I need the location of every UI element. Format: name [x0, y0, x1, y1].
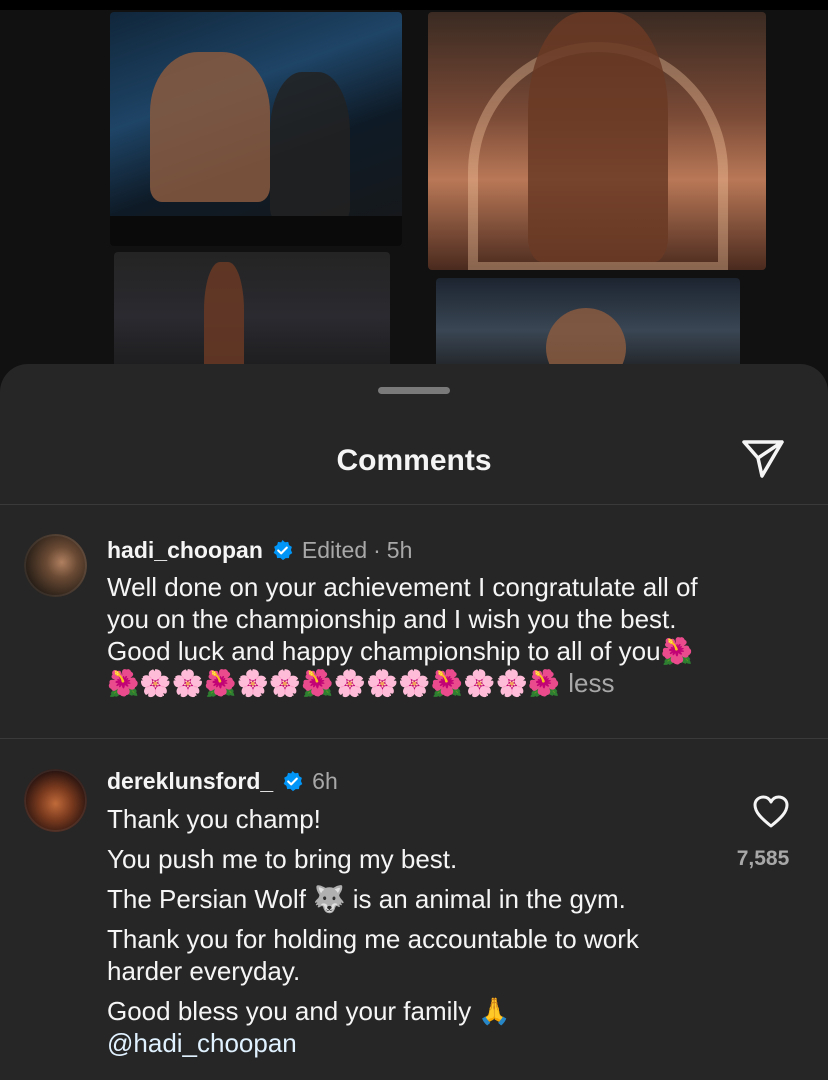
emoji-row: 🌺🌸🌸🌺🌸🌸🌺🌸🌸🌸🌺🌸🌸🌺	[107, 668, 561, 698]
heart-outline-icon	[753, 795, 789, 828]
comment-paragraph: You push me to bring my best.	[107, 844, 458, 874]
comment-paragraph: Thank you for holding me accountable to …	[107, 924, 639, 986]
comment-time: 5h	[386, 537, 413, 563]
edited-label: Edited	[301, 537, 368, 563]
comment-paragraph: Thank you champ!	[107, 804, 321, 834]
collage-photo-3	[114, 252, 390, 382]
comment-text: Well done on your achievement I congratu…	[107, 571, 807, 699]
comment-username[interactable]: hadi_choopan	[107, 537, 263, 564]
comment-text: Thank you champ! You push me to bring my…	[107, 803, 717, 1059]
comment-line: Well done on your achievement I congratu…	[107, 572, 698, 602]
comment-item: hadi_choopan Edited · 5h Well done on yo…	[0, 505, 828, 738]
collage-photo-2	[428, 12, 766, 270]
comment-username[interactable]: dereklunsford_	[107, 768, 273, 795]
sheet-title: Comments	[336, 444, 492, 477]
like-button[interactable]	[752, 794, 790, 830]
share-button[interactable]	[740, 438, 786, 480]
sheet-drag-handle[interactable]	[378, 387, 450, 394]
avatar[interactable]	[24, 769, 87, 832]
comments-sheet: Comments hadi_choopan Edited · 5h Well d…	[0, 364, 828, 1080]
comment-line-emoji: 🌺🌸🌸🌺🌸🌸🌺🌸🌸🌸🌺🌸🌸🌺 less	[107, 667, 807, 699]
comment-meta: dereklunsford_ 6h	[107, 768, 338, 795]
like-count: 7,585	[736, 847, 790, 870]
comment-line: Good luck and happy championship to all …	[107, 636, 693, 666]
background-post-image	[0, 0, 828, 400]
paper-plane-icon	[742, 440, 784, 478]
avatar[interactable]	[24, 534, 87, 597]
comment-line: you on the championship and I wish you t…	[107, 604, 677, 634]
verified-badge-icon	[283, 770, 303, 792]
meta-separator: ·	[373, 537, 381, 563]
collage-photo-1	[110, 12, 402, 246]
verified-badge-icon	[273, 539, 293, 561]
top-bar	[0, 0, 828, 10]
comment-paragraph: Good bless you and your family 🙏	[107, 996, 511, 1026]
less-link[interactable]: less	[568, 668, 614, 698]
comment-paragraph: The Persian Wolf 🐺 is an animal in the g…	[107, 884, 626, 914]
mention-link[interactable]: @hadi_choopan	[107, 1027, 717, 1059]
comment-time: 6h	[312, 768, 338, 794]
comment-meta: hadi_choopan Edited · 5h	[107, 537, 412, 564]
